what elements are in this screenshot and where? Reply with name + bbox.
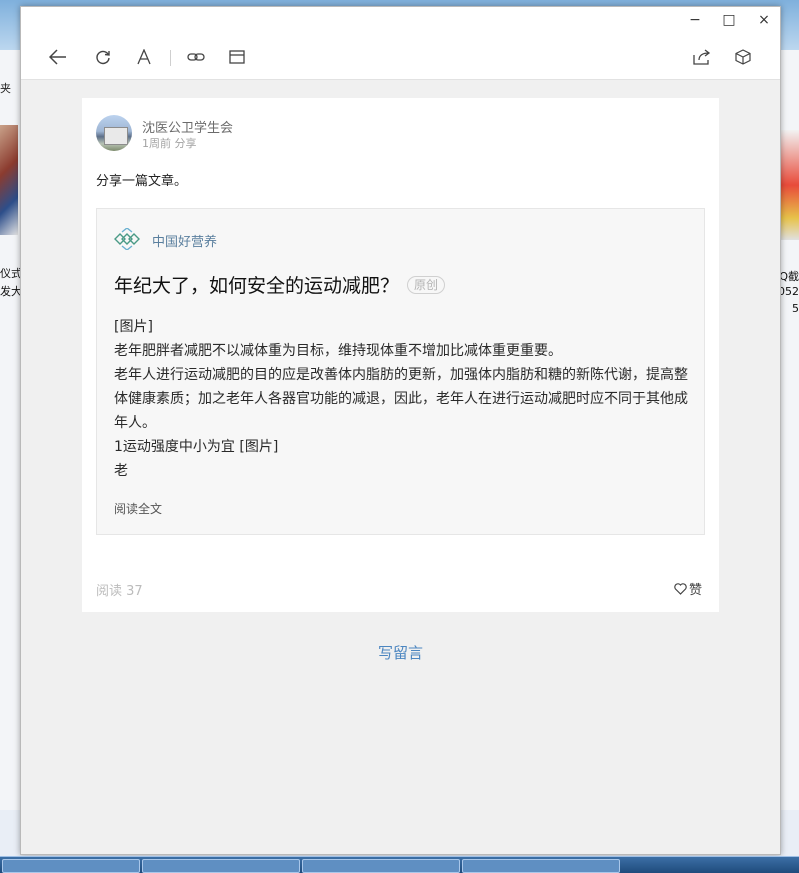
back-arrow-icon[interactable] <box>47 46 69 68</box>
close-button[interactable]: × <box>750 10 778 30</box>
taskbar-item[interactable] <box>462 859 620 873</box>
post-time: 1周前 <box>142 137 171 150</box>
avatar[interactable] <box>96 115 132 151</box>
read-full-link[interactable]: 阅读全文 <box>114 500 162 517</box>
like-label: 赞 <box>688 583 702 598</box>
taskbar <box>0 856 799 873</box>
font-size-icon[interactable] <box>133 46 155 68</box>
desktop-thumbnail-left[interactable] <box>0 125 18 235</box>
write-comment-link[interactable]: 写留言 <box>21 642 780 663</box>
desktop-label-right-3[interactable]: 5 <box>792 302 799 315</box>
desktop-thumbnail-right[interactable] <box>781 130 799 240</box>
desktop-label-left-1[interactable]: 仪式 <box>0 265 22 281</box>
like-button[interactable]: 赞 <box>674 579 702 598</box>
shared-article[interactable]: 中国好营养 年纪大了，如何安全的运动减肥？ 原创 [图片] 老年肥胖者减肥不以减体… <box>96 208 705 535</box>
window-icon[interactable] <box>226 46 248 68</box>
post-card: 沈医公卫学生会 1周前 分享 分享一篇文章。 中国好营养 年纪大了，如何安全的运… <box>82 98 719 612</box>
minimize-button[interactable]: − <box>681 10 709 30</box>
taskbar-item[interactable] <box>2 859 140 873</box>
desktop-left-text: 夹 <box>0 82 11 95</box>
read-count: 阅读 37 <box>96 580 143 599</box>
toolbar-separator <box>170 50 171 66</box>
read-count-label: 阅读 <box>96 584 123 599</box>
article-body: [图片] 老年肥胖者减肥不以减体重为目标，维持现体重不增加比减体重更重要。 老年… <box>114 315 694 483</box>
desktop-label-left-2[interactable]: 发大 <box>0 283 22 299</box>
article-title[interactable]: 年纪大了，如何安全的运动减肥？ 原创 <box>114 271 446 298</box>
post-action: 分享 <box>174 137 197 150</box>
taskbar-item[interactable] <box>302 859 460 873</box>
article-paragraph: 老年人进行运动减肥的目的应是改善体内脂肪的更新，加强体内脂肪和糖的新陈代谢，提高… <box>114 367 688 431</box>
article-title-text: 年纪大了，如何安全的运动减肥？ <box>114 275 400 297</box>
post-meta: 1周前 分享 <box>142 135 197 151</box>
author-name[interactable]: 沈医公卫学生会 <box>142 117 233 136</box>
title-bar: − □ × <box>21 7 780 33</box>
refresh-icon[interactable] <box>92 46 114 68</box>
toolbar <box>21 33 780 80</box>
source-logo-icon <box>113 227 141 251</box>
article-source[interactable]: 中国好营养 <box>152 231 217 250</box>
desktop-left-panel: 夹 仪式 发大 <box>0 50 22 810</box>
desktop-right-panel: QQ截 052 5 <box>771 50 799 810</box>
heart-icon <box>674 582 687 595</box>
cube-icon[interactable] <box>732 46 754 68</box>
article-paragraph: 1运动强度中小为宜 [图片] <box>114 439 279 455</box>
link-icon[interactable] <box>185 46 207 68</box>
article-paragraph: [图片] <box>114 319 153 335</box>
article-paragraph: 老年肥胖者减肥不以减体重为目标，维持现体重不增加比减体重更重要。 <box>114 343 562 359</box>
original-badge: 原创 <box>407 275 446 294</box>
maximize-button[interactable]: □ <box>715 10 743 30</box>
post-text: 分享一篇文章。 <box>96 174 188 189</box>
app-window: − □ × 沈医公卫学生会 1周前 分享 分享一篇文章。 中国好营养 年纪大了，… <box>20 6 781 855</box>
article-paragraph: 老 <box>114 463 128 479</box>
share-icon[interactable] <box>691 46 713 68</box>
taskbar-item[interactable] <box>142 859 300 873</box>
read-count-value: 37 <box>126 584 143 599</box>
desktop-label-right-2[interactable]: 052 <box>778 285 799 298</box>
